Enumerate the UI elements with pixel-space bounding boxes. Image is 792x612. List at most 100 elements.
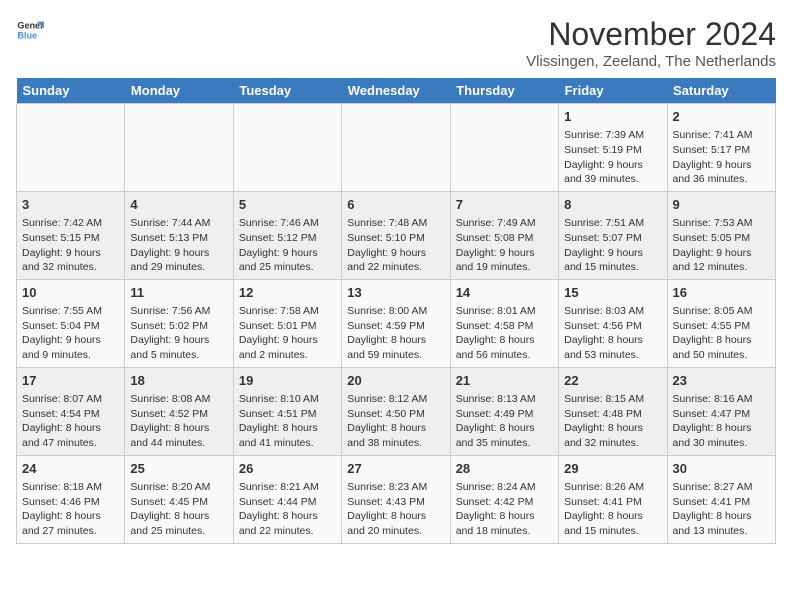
col-header-sunday: Sunday <box>17 78 125 104</box>
day-info: Sunset: 5:12 PM <box>239 231 336 246</box>
day-info: Sunrise: 7:42 AM <box>22 216 119 231</box>
day-info: Sunset: 5:15 PM <box>22 231 119 246</box>
day-number: 15 <box>564 284 661 302</box>
calendar-cell: 23Sunrise: 8:16 AMSunset: 4:47 PMDayligh… <box>667 367 775 455</box>
title-area: November 2024 Vlissingen, Zeeland, The N… <box>526 16 776 70</box>
calendar-cell <box>125 104 233 192</box>
day-info: Daylight: 8 hours and 32 minutes. <box>564 421 661 450</box>
calendar-cell: 22Sunrise: 8:15 AMSunset: 4:48 PMDayligh… <box>559 367 667 455</box>
calendar-cell: 20Sunrise: 8:12 AMSunset: 4:50 PMDayligh… <box>342 367 450 455</box>
day-number: 27 <box>347 460 444 478</box>
day-info: Sunset: 4:55 PM <box>673 319 770 334</box>
day-info: Sunset: 4:51 PM <box>239 407 336 422</box>
day-info: Sunset: 4:50 PM <box>347 407 444 422</box>
day-info: Sunrise: 7:46 AM <box>239 216 336 231</box>
day-info: Daylight: 9 hours and 5 minutes. <box>130 333 227 362</box>
week-row-3: 10Sunrise: 7:55 AMSunset: 5:04 PMDayligh… <box>17 279 776 367</box>
day-info: Sunrise: 7:51 AM <box>564 216 661 231</box>
day-number: 12 <box>239 284 336 302</box>
day-info: Sunrise: 8:10 AM <box>239 392 336 407</box>
day-number: 20 <box>347 372 444 390</box>
calendar-cell: 2Sunrise: 7:41 AMSunset: 5:17 PMDaylight… <box>667 104 775 192</box>
calendar-cell: 25Sunrise: 8:20 AMSunset: 4:45 PMDayligh… <box>125 455 233 543</box>
day-info: Daylight: 9 hours and 2 minutes. <box>239 333 336 362</box>
week-row-2: 3Sunrise: 7:42 AMSunset: 5:15 PMDaylight… <box>17 191 776 279</box>
day-number: 4 <box>130 196 227 214</box>
day-info: Daylight: 8 hours and 56 minutes. <box>456 333 553 362</box>
day-number: 8 <box>564 196 661 214</box>
day-number: 18 <box>130 372 227 390</box>
day-info: Sunrise: 7:58 AM <box>239 304 336 319</box>
day-info: Sunset: 5:05 PM <box>673 231 770 246</box>
calendar-cell: 19 Sunrise: 8:10 AMSunset: 4:51 PMDayligh… <box>233 367 341 455</box>
calendar-cell: 15Sunrise: 8:03 AMSunset: 4:56 PMDayligh… <box>559 279 667 367</box>
day-info: Sunset: 4:46 PM <box>22 495 119 510</box>
day-number: 2 <box>673 108 770 126</box>
day-number: 11 <box>130 284 227 302</box>
day-info: Sunset: 5:17 PM <box>673 143 770 158</box>
calendar-cell: 18Sunrise: 8:08 AMSunset: 4:52 PMDayligh… <box>125 367 233 455</box>
logo: General Blue <box>16 16 44 44</box>
day-info: Sunset: 4:48 PM <box>564 407 661 422</box>
day-number: 26 <box>239 460 336 478</box>
day-info: Sunset: 5:01 PM <box>239 319 336 334</box>
calendar-cell: 9Sunrise: 7:53 AMSunset: 5:05 PMDaylight… <box>667 191 775 279</box>
calendar-table: SundayMondayTuesdayWednesdayThursdayFrid… <box>16 78 776 544</box>
day-info: Daylight: 9 hours and 9 minutes. <box>22 333 119 362</box>
day-info: Daylight: 8 hours and 44 minutes. <box>130 421 227 450</box>
day-info: Sunrise: 8:13 AM <box>456 392 553 407</box>
svg-text:Blue: Blue <box>17 30 37 40</box>
calendar-cell: 1Sunrise: 7:39 AMSunset: 5:19 PMDaylight… <box>559 104 667 192</box>
day-info: Sunset: 4:45 PM <box>130 495 227 510</box>
day-info: Sunset: 4:44 PM <box>239 495 336 510</box>
col-header-saturday: Saturday <box>667 78 775 104</box>
calendar-cell: 13Sunrise: 8:00 AMSunset: 4:59 PMDayligh… <box>342 279 450 367</box>
day-info: Sunrise: 8:05 AM <box>673 304 770 319</box>
day-info: Daylight: 9 hours and 25 minutes. <box>239 246 336 275</box>
day-info: Daylight: 8 hours and 41 minutes. <box>239 421 336 450</box>
day-info: Daylight: 9 hours and 32 minutes. <box>22 246 119 275</box>
day-info: Daylight: 8 hours and 18 minutes. <box>456 509 553 538</box>
day-info: Sunrise: 7:53 AM <box>673 216 770 231</box>
week-row-1: 1Sunrise: 7:39 AMSunset: 5:19 PMDaylight… <box>17 104 776 192</box>
day-info: Sunset: 5:19 PM <box>564 143 661 158</box>
day-number: 19 <box>239 372 336 390</box>
day-info: Sunrise: 8:18 AM <box>22 480 119 495</box>
day-info: Daylight: 8 hours and 59 minutes. <box>347 333 444 362</box>
day-info: Sunrise: 8:15 AM <box>564 392 661 407</box>
day-info: Sunset: 4:59 PM <box>347 319 444 334</box>
day-info: Sunrise: 7:41 AM <box>673 128 770 143</box>
day-info: Daylight: 8 hours and 53 minutes. <box>564 333 661 362</box>
day-info: Sunset: 4:47 PM <box>673 407 770 422</box>
day-info: Sunset: 5:04 PM <box>22 319 119 334</box>
calendar-cell: 16Sunrise: 8:05 AMSunset: 4:55 PMDayligh… <box>667 279 775 367</box>
day-info: Sunset: 4:43 PM <box>347 495 444 510</box>
day-info: Daylight: 9 hours and 22 minutes. <box>347 246 444 275</box>
calendar-cell <box>450 104 558 192</box>
day-info: Daylight: 9 hours and 15 minutes. <box>564 246 661 275</box>
day-number: 10 <box>22 284 119 302</box>
day-number: 3 <box>22 196 119 214</box>
day-number: 13 <box>347 284 444 302</box>
day-info: Sunrise: 8:12 AM <box>347 392 444 407</box>
calendar-cell: 17Sunrise: 8:07 AMSunset: 4:54 PMDayligh… <box>17 367 125 455</box>
day-number: 23 <box>673 372 770 390</box>
day-info: Daylight: 9 hours and 29 minutes. <box>130 246 227 275</box>
day-info: Sunset: 4:41 PM <box>564 495 661 510</box>
day-number: 24 <box>22 460 119 478</box>
col-header-tuesday: Tuesday <box>233 78 341 104</box>
day-number: 16 <box>673 284 770 302</box>
day-info: Sunrise: 8:23 AM <box>347 480 444 495</box>
day-info: Sunrise: 8:03 AM <box>564 304 661 319</box>
day-info: Sunrise: 8:16 AM <box>673 392 770 407</box>
day-info: Sunrise: 8:27 AM <box>673 480 770 495</box>
week-row-5: 24 Sunrise: 8:18 AMSunset: 4:46 PM Dayligh… <box>17 455 776 543</box>
day-info: Sunrise: 7:56 AM <box>130 304 227 319</box>
day-info: Sunset: 5:13 PM <box>130 231 227 246</box>
day-info: Sunrise: 8:26 AM <box>564 480 661 495</box>
day-info: Sunset: 5:08 PM <box>456 231 553 246</box>
day-info: Sunset: 5:02 PM <box>130 319 227 334</box>
day-number: 29 <box>564 460 661 478</box>
day-info: Daylight: 8 hours and 13 minutes. <box>673 509 770 538</box>
day-info: Daylight: 9 hours and 19 minutes. <box>456 246 553 275</box>
